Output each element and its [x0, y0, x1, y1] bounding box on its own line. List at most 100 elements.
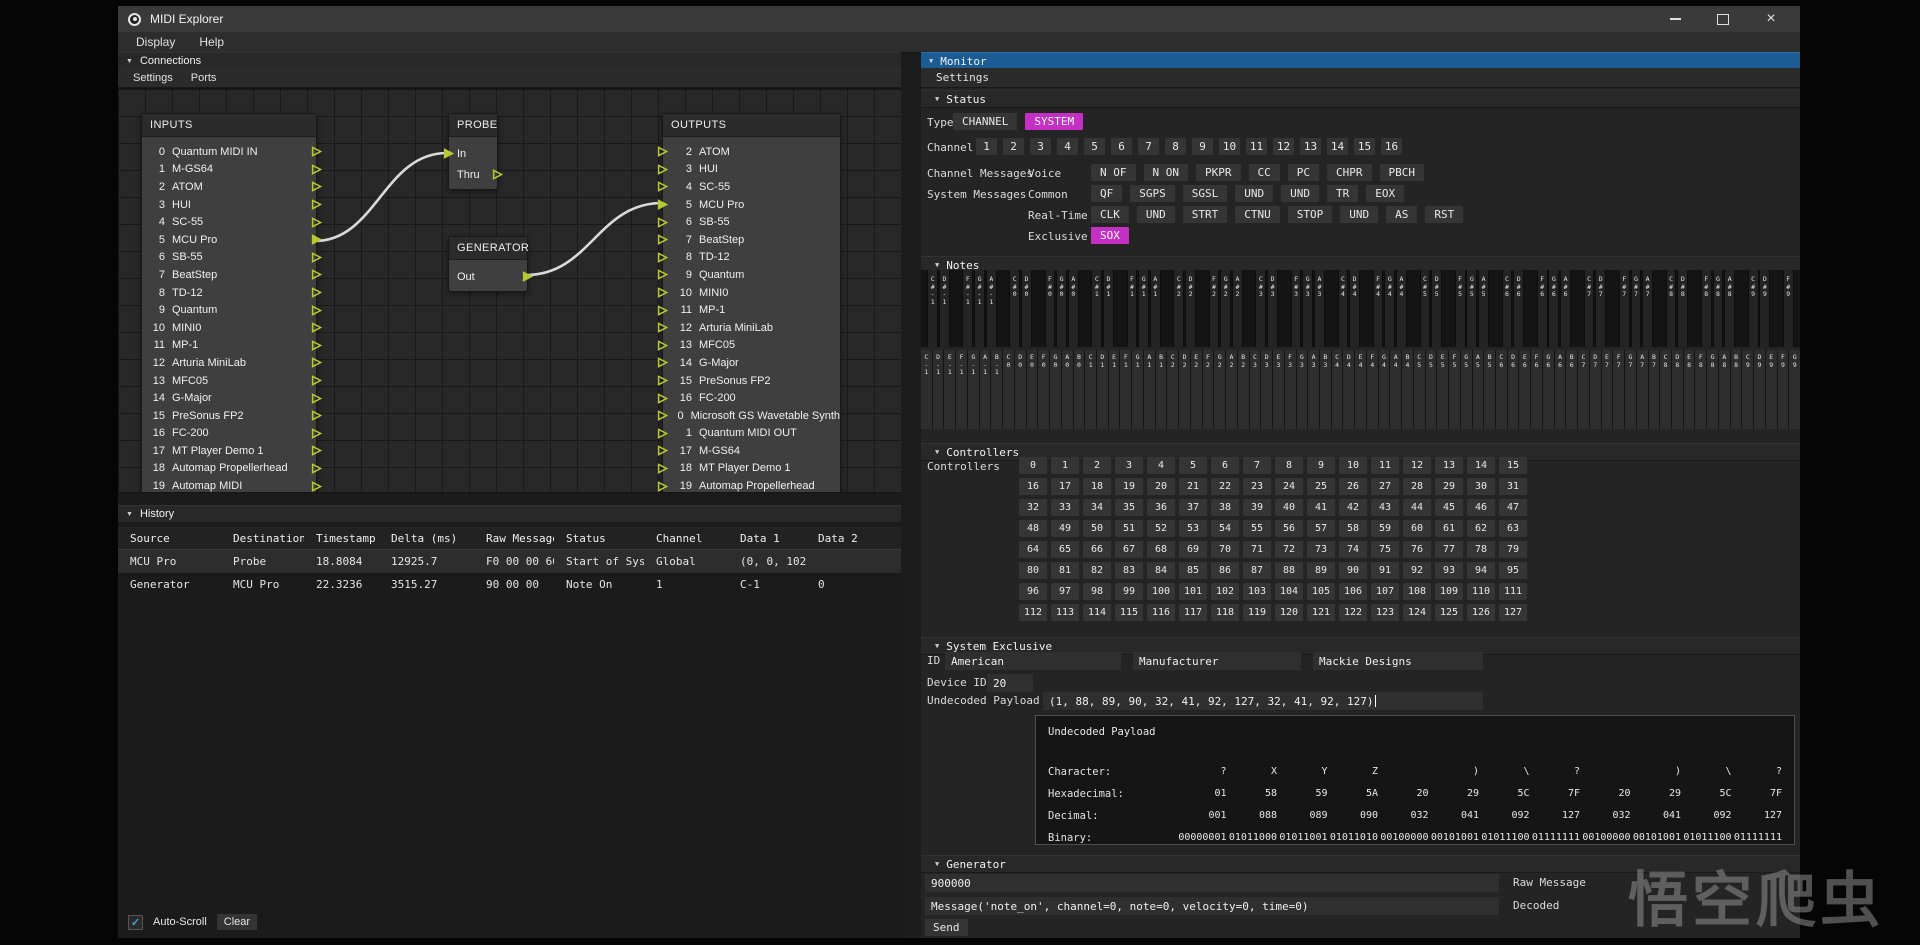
- id-field-3[interactable]: Mackie Designs: [1313, 652, 1483, 670]
- white-key-G0[interactable]: G 0: [1050, 350, 1061, 429]
- controller-chip[interactable]: 13: [1435, 457, 1463, 474]
- black-key-A#-1[interactable]: A # - 1: [986, 270, 997, 347]
- black-key-D#6[interactable]: D # 6: [1513, 270, 1524, 347]
- white-key-A6[interactable]: A 6: [1555, 350, 1566, 429]
- controller-chip[interactable]: 51: [1115, 520, 1143, 537]
- controller-chip[interactable]: 27: [1371, 478, 1399, 495]
- white-key-B6[interactable]: B 6: [1566, 350, 1577, 429]
- port-pin-icon[interactable]: [657, 481, 668, 492]
- port-pin-icon[interactable]: [657, 428, 668, 439]
- input-pin-icon[interactable]: [443, 148, 454, 159]
- port-pin-icon[interactable]: [657, 199, 668, 210]
- controller-chip[interactable]: 71: [1243, 541, 1271, 558]
- controller-chip[interactable]: 65: [1051, 541, 1079, 558]
- controller-chip[interactable]: 109: [1435, 583, 1463, 600]
- white-key-E-1[interactable]: E - 1: [944, 350, 955, 429]
- white-key-F0[interactable]: F 0: [1038, 350, 1049, 429]
- controller-chip[interactable]: 62: [1467, 520, 1495, 537]
- cable-generator-to-output[interactable]: [526, 203, 662, 275]
- controller-chip[interactable]: 114: [1083, 604, 1111, 621]
- black-key-A#0[interactable]: A # 0: [1068, 270, 1079, 347]
- outputs-node-title[interactable]: OUTPUTS: [663, 114, 840, 137]
- controller-chip[interactable]: 115: [1115, 604, 1143, 621]
- message-chip[interactable]: CHPR: [1327, 164, 1372, 181]
- black-key-A#2[interactable]: A # 2: [1232, 270, 1243, 347]
- message-chip[interactable]: CC: [1249, 164, 1280, 181]
- controller-chip[interactable]: 89: [1307, 562, 1335, 579]
- channel-chip[interactable]: 5: [1084, 138, 1105, 155]
- message-chip[interactable]: UND: [1235, 185, 1273, 202]
- controller-chip[interactable]: 98: [1083, 583, 1111, 600]
- white-key-F3[interactable]: F 3: [1285, 350, 1296, 429]
- history-column-header[interactable]: Data 2: [806, 532, 889, 545]
- inputs-node-title[interactable]: INPUTS: [142, 114, 316, 137]
- port-row[interactable]: 9Quantum: [663, 266, 840, 284]
- black-key-A#3[interactable]: A # 3: [1314, 270, 1325, 347]
- controller-chip[interactable]: 18: [1083, 478, 1111, 495]
- port-row[interactable]: 19Automap MIDI: [142, 477, 316, 493]
- controller-chip[interactable]: 46: [1467, 499, 1495, 516]
- white-key-G9[interactable]: G 9: [1789, 350, 1800, 429]
- port-row[interactable]: 16FC-200: [663, 389, 840, 407]
- port-row[interactable]: 17MT Player Demo 1: [142, 442, 316, 460]
- port-pin-icon[interactable]: [311, 305, 322, 316]
- controller-chip[interactable]: 66: [1083, 541, 1111, 558]
- port-row[interactable]: 12Arturia MiniLab: [142, 354, 316, 372]
- port-row[interactable]: 7BeatStep: [663, 231, 840, 249]
- generator-node-title[interactable]: GENERATOR: [449, 237, 527, 260]
- controller-chip[interactable]: 54: [1211, 520, 1239, 537]
- port-pin-icon[interactable]: [311, 340, 322, 351]
- black-key-A#6[interactable]: A # 6: [1560, 270, 1571, 347]
- type-chip[interactable]: SYSTEM: [1025, 113, 1083, 130]
- controller-chip[interactable]: 107: [1371, 583, 1399, 600]
- white-key-E5[interactable]: E 5: [1437, 350, 1448, 429]
- controller-chip[interactable]: 78: [1467, 541, 1495, 558]
- controller-chip[interactable]: 79: [1499, 541, 1527, 558]
- white-key-A0[interactable]: A 0: [1062, 350, 1073, 429]
- raw-message-input[interactable]: 900000: [925, 874, 1499, 892]
- cable-input-to-probe[interactable]: [315, 153, 447, 241]
- history-row[interactable]: MCU ProProbe18.808412925.7F0 00 00 66 14…: [118, 550, 901, 573]
- black-key-C#9[interactable]: C # 9: [1748, 270, 1759, 347]
- port-row[interactable]: 14G-Major: [663, 354, 840, 372]
- message-chip[interactable]: PC: [1288, 164, 1319, 181]
- black-key-A#8[interactable]: A # 8: [1724, 270, 1735, 347]
- controller-chip[interactable]: 77: [1435, 541, 1463, 558]
- port-row[interactable]: 7BeatStep: [142, 266, 316, 284]
- message-chip[interactable]: PKPR: [1196, 164, 1241, 181]
- decoded-input[interactable]: Message('note_on', channel=0, note=0, ve…: [925, 897, 1499, 915]
- controller-chip[interactable]: 72: [1275, 541, 1303, 558]
- black-key-C#3[interactable]: C # 3: [1255, 270, 1266, 347]
- controller-chip[interactable]: 90: [1339, 562, 1367, 579]
- maximize-button[interactable]: [1712, 9, 1734, 29]
- port-row[interactable]: 4SC-55: [142, 213, 316, 231]
- white-key-D-1[interactable]: D - 1: [933, 350, 944, 429]
- black-key-F#7[interactable]: F # 7: [1619, 270, 1630, 347]
- white-key-C5[interactable]: C 5: [1414, 350, 1425, 429]
- controller-chip[interactable]: 48: [1019, 520, 1047, 537]
- controller-chip[interactable]: 59: [1371, 520, 1399, 537]
- message-chip[interactable]: RST: [1425, 206, 1463, 223]
- white-key-F-1[interactable]: F - 1: [956, 350, 967, 429]
- port-row[interactable]: 18MT Player Demo 1: [663, 460, 840, 478]
- controller-chip[interactable]: 6: [1211, 457, 1239, 474]
- controller-chip[interactable]: 111: [1499, 583, 1527, 600]
- port-row[interactable]: 10MINI0: [142, 319, 316, 337]
- history-section-header[interactable]: ▼ History: [118, 505, 901, 523]
- controller-chip[interactable]: 124: [1403, 604, 1431, 621]
- white-key-G-1[interactable]: G - 1: [968, 350, 979, 429]
- controller-chip[interactable]: 19: [1115, 478, 1143, 495]
- message-chip[interactable]: SGPS: [1130, 185, 1175, 202]
- white-key-D4[interactable]: D 4: [1343, 350, 1354, 429]
- white-key-D0[interactable]: D 0: [1015, 350, 1026, 429]
- controller-chip[interactable]: 53: [1179, 520, 1207, 537]
- controller-chip[interactable]: 104: [1275, 583, 1303, 600]
- close-button[interactable]: ×: [1760, 9, 1782, 29]
- black-key-D#7[interactable]: D # 7: [1595, 270, 1606, 347]
- white-key-C1[interactable]: C 1: [1085, 350, 1096, 429]
- port-pin-icon[interactable]: [311, 445, 322, 456]
- message-chip[interactable]: STRT: [1183, 206, 1228, 223]
- white-key-A2[interactable]: A 2: [1226, 350, 1237, 429]
- black-key-F#3[interactable]: F # 3: [1291, 270, 1302, 347]
- black-key-F#-1[interactable]: F # - 1: [962, 270, 973, 347]
